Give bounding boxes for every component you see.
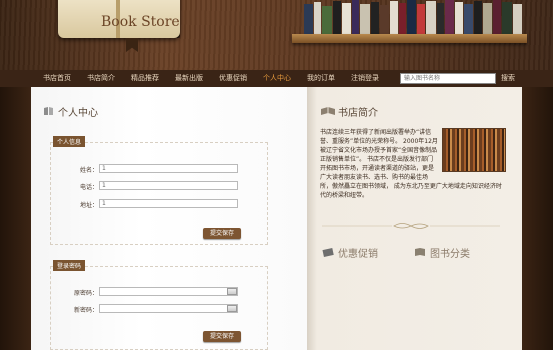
nav-item-logout[interactable]: 注销登录 [351, 70, 379, 87]
search-button[interactable]: 搜索 [501, 70, 515, 87]
open-book-icon [321, 107, 335, 115]
personal-info-legend: 个人信息 [53, 136, 86, 147]
store-intro-title: 书店简介 [338, 108, 378, 119]
old-password-label: 原密码： [73, 290, 98, 297]
right-wood-margin [522, 87, 553, 350]
bookstore-photo [442, 128, 506, 172]
new-password-label: 新密码： [73, 307, 98, 314]
nav-item-featured[interactable]: 精品推荐 [131, 70, 159, 87]
address-field[interactable] [99, 199, 238, 208]
search-input[interactable] [400, 73, 496, 84]
address-label: 地址： [79, 202, 98, 209]
promo-icon [322, 248, 334, 257]
ornament-divider [322, 223, 500, 229]
save-password-button[interactable]: 提交保存 [203, 331, 241, 342]
nav-item-personal[interactable]: 个人中心 [263, 70, 291, 87]
save-info-button[interactable]: 提交保存 [203, 228, 241, 239]
header: Book Store [0, 0, 553, 70]
nav-item-home[interactable]: 书店首页 [43, 70, 71, 87]
category-icon [415, 248, 425, 256]
old-password-field[interactable] [99, 287, 238, 296]
name-field[interactable] [99, 164, 238, 173]
nav-item-intro[interactable]: 书店简介 [87, 70, 115, 87]
book-icon [44, 107, 53, 115]
main-nav: 书店首页 书店简介 精品推荐 最新出版 优惠促销 个人中心 我的订单 注销登录 … [0, 70, 553, 87]
left-wood-margin [0, 87, 31, 350]
nav-item-new[interactable]: 最新出版 [175, 70, 203, 87]
site-logo[interactable]: Book Store [101, 14, 180, 30]
name-label: 姓名： [79, 167, 98, 174]
phone-field[interactable] [99, 181, 238, 190]
nav-item-promo[interactable]: 优惠促销 [219, 70, 247, 87]
password-legend: 登录密码 [53, 260, 86, 271]
new-password-field[interactable] [99, 304, 238, 313]
category-link[interactable]: 图书分类 [430, 245, 470, 260]
personal-center-title: 个人中心 [58, 108, 98, 119]
keyboard-icon[interactable] [227, 288, 237, 295]
bookshelf-books [304, 0, 524, 34]
store-intro-panel [307, 87, 522, 350]
nav-item-orders[interactable]: 我的订单 [307, 70, 335, 87]
keyboard-icon[interactable] [227, 305, 237, 312]
store-intro-text-block: 书店连续三年获得了新闻出版署举办“讲信誉、重服务”单位的光荣称号。 2000年1… [320, 128, 506, 200]
bookshelf-plank [292, 34, 527, 43]
phone-label: 电话： [79, 184, 98, 191]
promo-link[interactable]: 优惠促销 [338, 245, 378, 260]
